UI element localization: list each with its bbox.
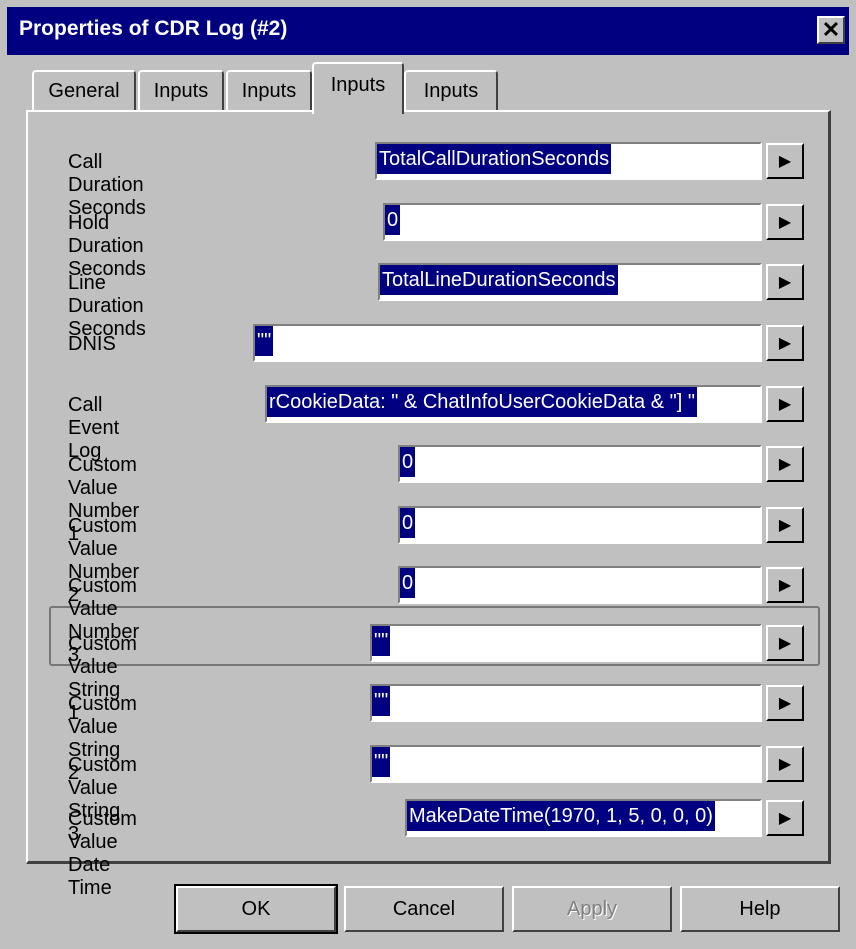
- tab-inputs-2[interactable]: Inputs: [226, 70, 312, 110]
- hold-duration-seconds-picker-button[interactable]: ▶: [766, 204, 804, 240]
- arrow-right-icon: ▶: [778, 810, 792, 827]
- field-value: 0: [400, 447, 416, 477]
- help-button[interactable]: Help: [680, 886, 840, 932]
- ok-button[interactable]: OK: [174, 884, 338, 934]
- custom-value-date-time-field[interactable]: MakeDateTime(1970, 1, 5, 0, 0, 0): [405, 799, 762, 837]
- label-call-duration-seconds: Call Duration Seconds: [68, 151, 146, 219]
- apply-label: Apply: [566, 897, 618, 920]
- custom-value-string-1-field[interactable]: "": [370, 624, 762, 662]
- cancel-button[interactable]: Cancel: [344, 886, 504, 932]
- custom-value-string-1-picker-button[interactable]: ▶: [766, 625, 804, 661]
- call-duration-seconds-picker-button[interactable]: ▶: [766, 143, 804, 179]
- custom-value-date-time-picker-button[interactable]: ▶: [766, 800, 804, 836]
- custom-value-string-3-field[interactable]: "": [370, 745, 762, 783]
- arrow-right-icon: ▶: [778, 577, 792, 594]
- apply-button[interactable]: Apply: [512, 886, 672, 932]
- title-bar: Properties of CDR Log (#2) ✕: [7, 7, 849, 55]
- label-dnis: DNIS: [68, 333, 116, 355]
- field-value: rCookieData: " & ChatInfoUserCookieData …: [267, 387, 697, 417]
- dnis-field[interactable]: "": [253, 324, 762, 362]
- window-title: Properties of CDR Log (#2): [19, 17, 288, 40]
- field-value: 0: [385, 205, 401, 235]
- call-duration-seconds-field[interactable]: TotalCallDurationSeconds: [375, 142, 762, 180]
- close-button[interactable]: ✕: [817, 16, 845, 44]
- custom-value-string-2-picker-button[interactable]: ▶: [766, 685, 804, 721]
- custom-value-number-3-field[interactable]: 0: [398, 566, 762, 604]
- custom-value-number-3-picker-button[interactable]: ▶: [766, 567, 804, 603]
- custom-value-number-1-field[interactable]: 0: [398, 445, 762, 483]
- cancel-label: Cancel: [392, 897, 456, 920]
- field-value: "": [372, 686, 391, 716]
- label-call-event-log: Call Event Log: [68, 394, 120, 462]
- hold-duration-seconds-field[interactable]: 0: [383, 203, 762, 241]
- tab-label: General: [48, 80, 120, 102]
- tab-inputs-4[interactable]: Inputs: [404, 70, 498, 110]
- custom-value-number-2-field[interactable]: 0: [398, 506, 762, 544]
- custom-value-string-2-field[interactable]: "": [370, 684, 762, 722]
- label-hold-duration-seconds: Hold Duration Seconds: [68, 212, 146, 280]
- label-custom-value-date-time: Custom Value Date Time: [68, 808, 137, 899]
- close-icon: ✕: [821, 17, 841, 42]
- call-event-log-picker-button[interactable]: ▶: [766, 386, 804, 422]
- help-label: Help: [739, 897, 781, 920]
- arrow-right-icon: ▶: [778, 517, 792, 534]
- tab-label: Inputs: [153, 80, 209, 102]
- tab-general[interactable]: General: [32, 70, 136, 110]
- arrow-right-icon: ▶: [778, 274, 792, 291]
- arrow-right-icon: ▶: [778, 635, 792, 652]
- custom-value-string-3-picker-button[interactable]: ▶: [766, 746, 804, 782]
- custom-value-number-1-picker-button[interactable]: ▶: [766, 446, 804, 482]
- ok-label: OK: [241, 897, 271, 920]
- label-line-duration-seconds: Line Duration Seconds: [68, 272, 146, 340]
- tab-label: Inputs: [241, 80, 297, 102]
- field-value: TotalCallDurationSeconds: [377, 144, 612, 174]
- arrow-right-icon: ▶: [778, 153, 792, 170]
- arrow-right-icon: ▶: [778, 335, 792, 352]
- arrow-right-icon: ▶: [778, 756, 792, 773]
- arrow-right-icon: ▶: [778, 695, 792, 712]
- field-value: 0: [400, 508, 416, 538]
- field-value: 0: [400, 568, 416, 598]
- tab-label: Inputs: [330, 74, 386, 96]
- arrow-right-icon: ▶: [778, 214, 792, 231]
- field-value: MakeDateTime(1970, 1, 5, 0, 0, 0): [407, 801, 715, 831]
- tab-inputs-3[interactable]: Inputs: [312, 62, 404, 114]
- arrow-right-icon: ▶: [778, 396, 792, 413]
- arrow-right-icon: ▶: [778, 456, 792, 473]
- line-duration-seconds-field[interactable]: TotalLineDurationSeconds: [378, 263, 762, 301]
- field-value: "": [372, 626, 391, 656]
- field-value: "": [372, 747, 391, 777]
- dnis-picker-button[interactable]: ▶: [766, 325, 804, 361]
- field-value: TotalLineDurationSeconds: [380, 265, 618, 295]
- line-duration-seconds-picker-button[interactable]: ▶: [766, 264, 804, 300]
- tab-label: Inputs: [423, 80, 479, 102]
- properties-dialog: Properties of CDR Log (#2) ✕ General Inp…: [0, 0, 856, 949]
- call-event-log-field[interactable]: rCookieData: " & ChatInfoUserCookieData …: [265, 385, 762, 423]
- tab-inputs-1[interactable]: Inputs: [138, 70, 224, 110]
- custom-value-number-2-picker-button[interactable]: ▶: [766, 507, 804, 543]
- field-value: "": [255, 326, 274, 356]
